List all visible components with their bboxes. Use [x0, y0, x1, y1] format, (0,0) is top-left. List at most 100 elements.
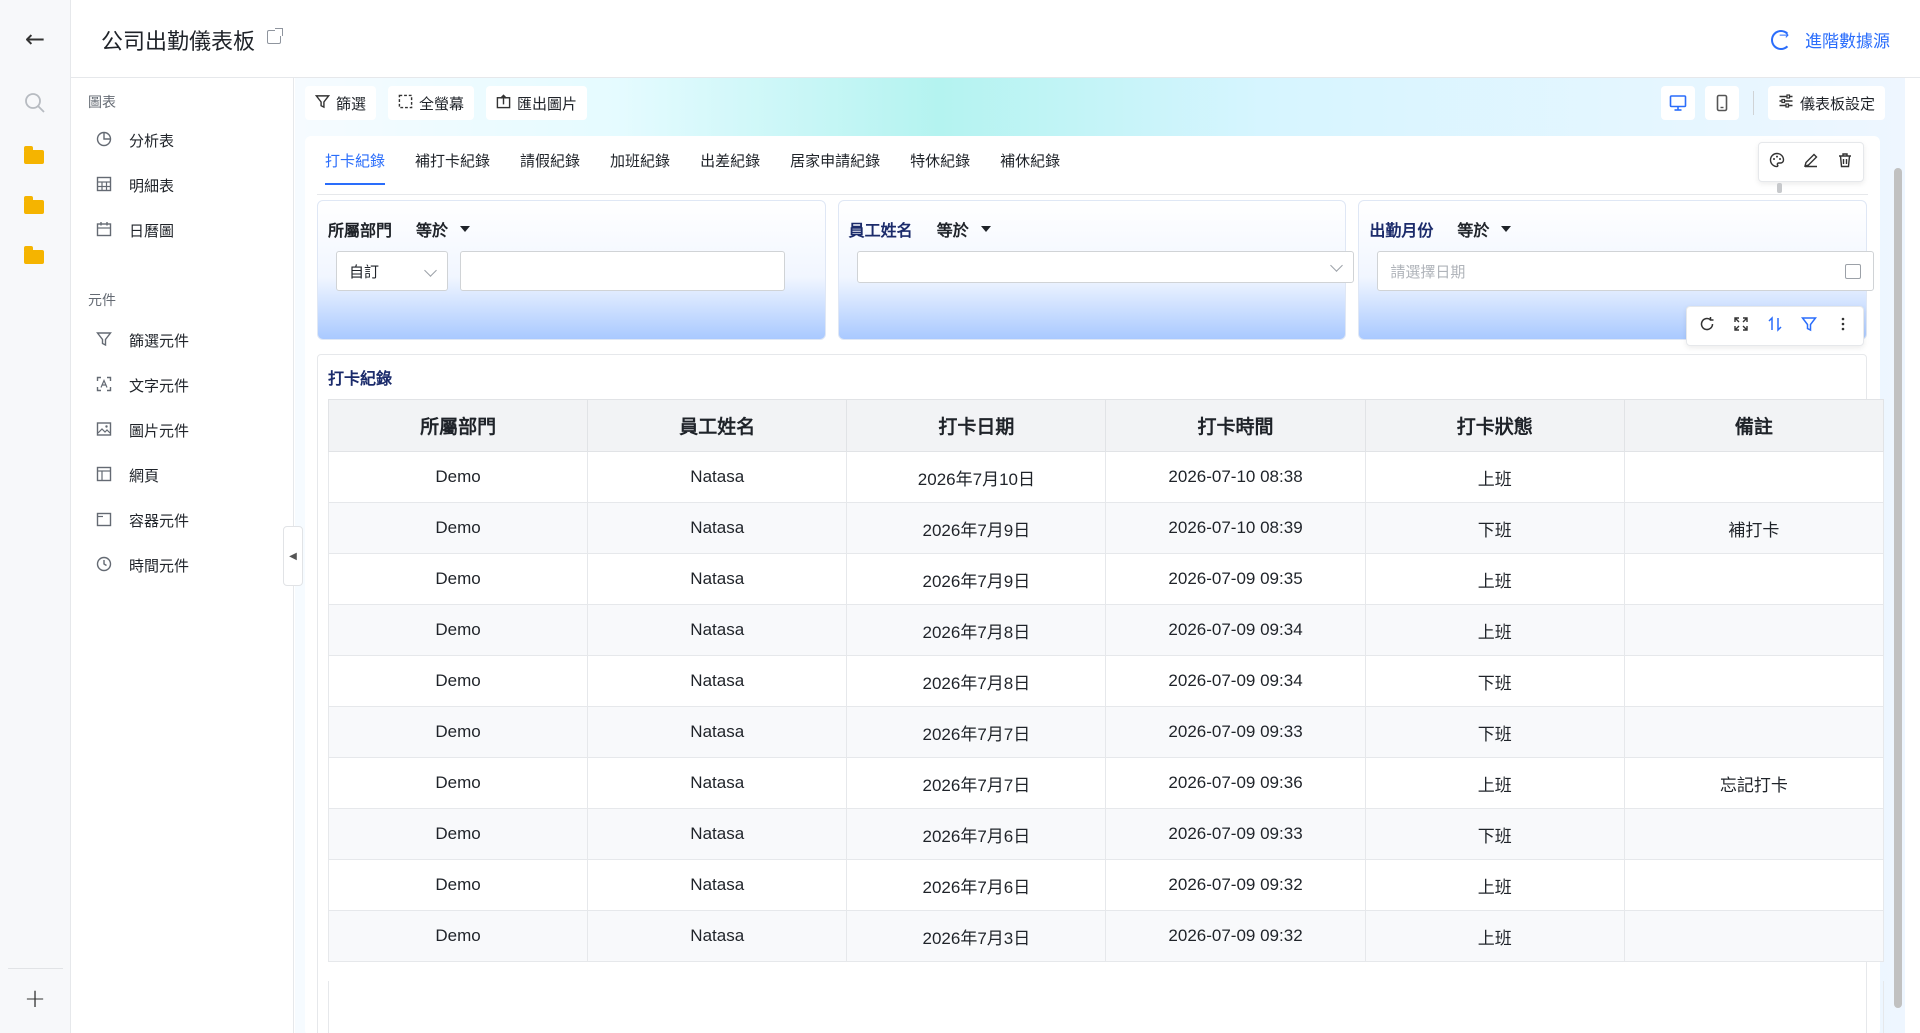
column-header[interactable]: 員工姓名: [587, 399, 848, 452]
drag-handle[interactable]: [1777, 183, 1782, 193]
filter-mode-value: 自訂: [349, 262, 380, 281]
table-row[interactable]: Demo Natasa 2026年7月9日 2026-07-10 08:39 下班 補打卡: [327, 502, 1885, 554]
sort-icon[interactable]: [1767, 316, 1783, 336]
group-label-components: 元件: [88, 293, 116, 309]
table-cell: [1623, 553, 1885, 605]
folder-icon[interactable]: [24, 146, 46, 172]
table-row[interactable]: Demo Natasa 2026年7月7日 2026-07-09 09:33 下班: [327, 706, 1885, 758]
tab-work-from-home-records[interactable]: 居家申請紀錄: [790, 150, 880, 185]
chevron-down-icon: [424, 264, 437, 277]
table-cell: Natasa: [587, 859, 848, 911]
table-cell: 2026-07-10 08:38: [1105, 451, 1366, 503]
table-cell: [1623, 808, 1885, 860]
tab-punch-records[interactable]: 打卡紀錄: [325, 150, 386, 185]
filter-row: 所屬部門 等於 自訂 員工姓名 等於 出勤月份 等於 請選擇日期: [317, 200, 1875, 340]
sidebar-item-filter-component[interactable]: 篩選元件: [95, 329, 189, 351]
trash-icon[interactable]: [1837, 152, 1853, 172]
fullscreen-button[interactable]: 全螢幕: [388, 86, 475, 120]
column-header[interactable]: 打卡日期: [846, 399, 1107, 452]
sidebar-item-calendar[interactable]: 日曆圖: [95, 219, 174, 241]
tab-overtime-records[interactable]: 加班紀錄: [610, 150, 670, 185]
folder-icon[interactable]: [24, 246, 46, 272]
sidebar-item-text-component[interactable]: 文字元件: [95, 374, 189, 396]
table-row[interactable]: Demo Natasa 2026年7月9日 2026-07-09 09:35 上班: [327, 553, 1885, 605]
tab-compensatory-leave-records[interactable]: 補休紀錄: [1000, 150, 1060, 185]
collapse-panel-button[interactable]: ◀: [283, 526, 303, 586]
sidebar-item-time-component[interactable]: 時間元件: [95, 554, 189, 576]
search-icon[interactable]: [24, 92, 46, 114]
exit-arrow-icon: [1771, 28, 1791, 50]
page-title: 公司出勤儀表板: [101, 30, 256, 55]
table-cell: Demo: [327, 757, 589, 809]
container-icon: [95, 511, 113, 529]
column-header[interactable]: 打卡狀態: [1364, 399, 1625, 452]
employee-select[interactable]: [856, 251, 1354, 283]
table-cell: 2026年7月3日: [846, 910, 1107, 962]
add-icon[interactable]: +: [22, 986, 48, 1012]
toolbar-right: 儀表板設定: [1660, 86, 1885, 120]
table-cell: Natasa: [587, 502, 848, 554]
filter-button-label: 篩選: [336, 94, 367, 113]
mobile-view-button[interactable]: [1704, 86, 1739, 120]
table-row[interactable]: Demo Natasa 2026年7月6日 2026-07-09 09:32 上班: [327, 859, 1885, 911]
filter-employee-header: 員工姓名 等於: [849, 217, 991, 241]
more-vertical-icon[interactable]: [1835, 316, 1851, 336]
table-row[interactable]: Demo Natasa 2026年7月8日 2026-07-09 09:34 上班: [327, 604, 1885, 656]
tab-makeup-punch-records[interactable]: 補打卡紀錄: [415, 150, 490, 185]
dashboard-settings-button[interactable]: 儀表板設定: [1767, 86, 1885, 120]
column-header[interactable]: 打卡時間: [1105, 399, 1366, 452]
tab-leave-records[interactable]: 請假紀錄: [520, 150, 580, 185]
left-rail: ← +: [0, 0, 71, 1033]
filter-operator-dropdown[interactable]: 等於: [937, 217, 991, 241]
sidebar-item-image-component[interactable]: 圖片元件: [95, 419, 189, 441]
department-input[interactable]: [460, 251, 785, 291]
folder-icon[interactable]: [24, 196, 46, 222]
detail-table-widget: 打卡紀錄 所屬部門 員工姓名 打卡日期 打卡時間 打卡狀態 備註 Demo Nat…: [317, 354, 1885, 1033]
table-header-row: 所屬部門 員工姓名 打卡日期 打卡時間 打卡狀態 備註: [327, 399, 1885, 452]
column-header[interactable]: 所屬部門: [327, 399, 589, 452]
table-cell: Demo: [327, 655, 589, 707]
filter-operator-dropdown[interactable]: 等於: [1457, 217, 1512, 241]
table-cell: 下班: [1364, 502, 1625, 554]
table-row[interactable]: Demo Natasa 2026年7月3日 2026-07-09 09:32 上班: [327, 910, 1885, 962]
caret-down-icon: [460, 226, 471, 232]
filter-mode-select[interactable]: 自訂: [336, 251, 448, 291]
tab-annual-leave-records[interactable]: 特休紀錄: [910, 150, 970, 185]
table-cell: 忘記打卡: [1623, 757, 1885, 809]
table-row[interactable]: Demo Natasa 2026年7月8日 2026-07-09 09:34 下班: [327, 655, 1885, 707]
column-header[interactable]: 備註: [1623, 399, 1885, 452]
sidebar-item-analysis-table[interactable]: 分析表: [95, 129, 174, 151]
scrollbar[interactable]: [1894, 168, 1902, 1008]
table-cell: Demo: [327, 706, 589, 758]
sidebar-item-detail-table[interactable]: 明細表: [95, 174, 174, 196]
operator-label: 等於: [936, 221, 969, 240]
filter-button[interactable]: 篩選: [305, 86, 377, 120]
advanced-source-label: 進階數據源: [1805, 32, 1890, 52]
sidebar-item-container-component[interactable]: 容器元件: [95, 509, 189, 531]
table-empty-area: [328, 981, 1884, 1033]
filter-operator-dropdown[interactable]: 等於: [416, 217, 471, 241]
filter-icon[interactable]: [1800, 316, 1818, 336]
desktop-view-button[interactable]: [1660, 86, 1695, 120]
advanced-source-button[interactable]: 進階數據源: [1771, 27, 1890, 52]
tab-container: 打卡紀錄 補打卡紀錄 請假紀錄 加班紀錄 出差紀錄 居家申請紀錄 特休紀錄 補休…: [305, 136, 1885, 1033]
table-cell: 上班: [1364, 604, 1625, 656]
table-cell: [1623, 706, 1885, 758]
back-arrow-icon[interactable]: ←: [22, 26, 48, 52]
external-link-icon[interactable]: [267, 28, 283, 44]
table-body: Demo Natasa 2026年7月10日 2026-07-10 08:38 上班 De…: [327, 451, 1885, 962]
month-date-picker[interactable]: 請選擇日期: [1377, 251, 1875, 291]
expand-icon[interactable]: [1733, 316, 1749, 336]
export-image-button[interactable]: 匯出圖片: [486, 86, 588, 120]
tab-business-trip-records[interactable]: 出差紀錄: [700, 150, 760, 185]
table-row[interactable]: Demo Natasa 2026年7月6日 2026-07-09 09:33 下班: [327, 808, 1885, 860]
table-row[interactable]: Demo Natasa 2026年7月7日 2026-07-09 09:36 上班 忘記打…: [327, 757, 1885, 809]
table-cell: 2026年7月8日: [846, 604, 1107, 656]
refresh-icon[interactable]: [1699, 316, 1715, 336]
sidebar-item-webpage[interactable]: 網頁: [95, 464, 159, 486]
caret-down-icon: [980, 226, 991, 232]
palette-icon[interactable]: [1769, 152, 1785, 172]
table-row[interactable]: Demo Natasa 2026年7月10日 2026-07-10 08:38 上班: [327, 451, 1885, 503]
edit-icon[interactable]: [1803, 152, 1819, 172]
table-cell: 2026年7月9日: [846, 553, 1107, 605]
